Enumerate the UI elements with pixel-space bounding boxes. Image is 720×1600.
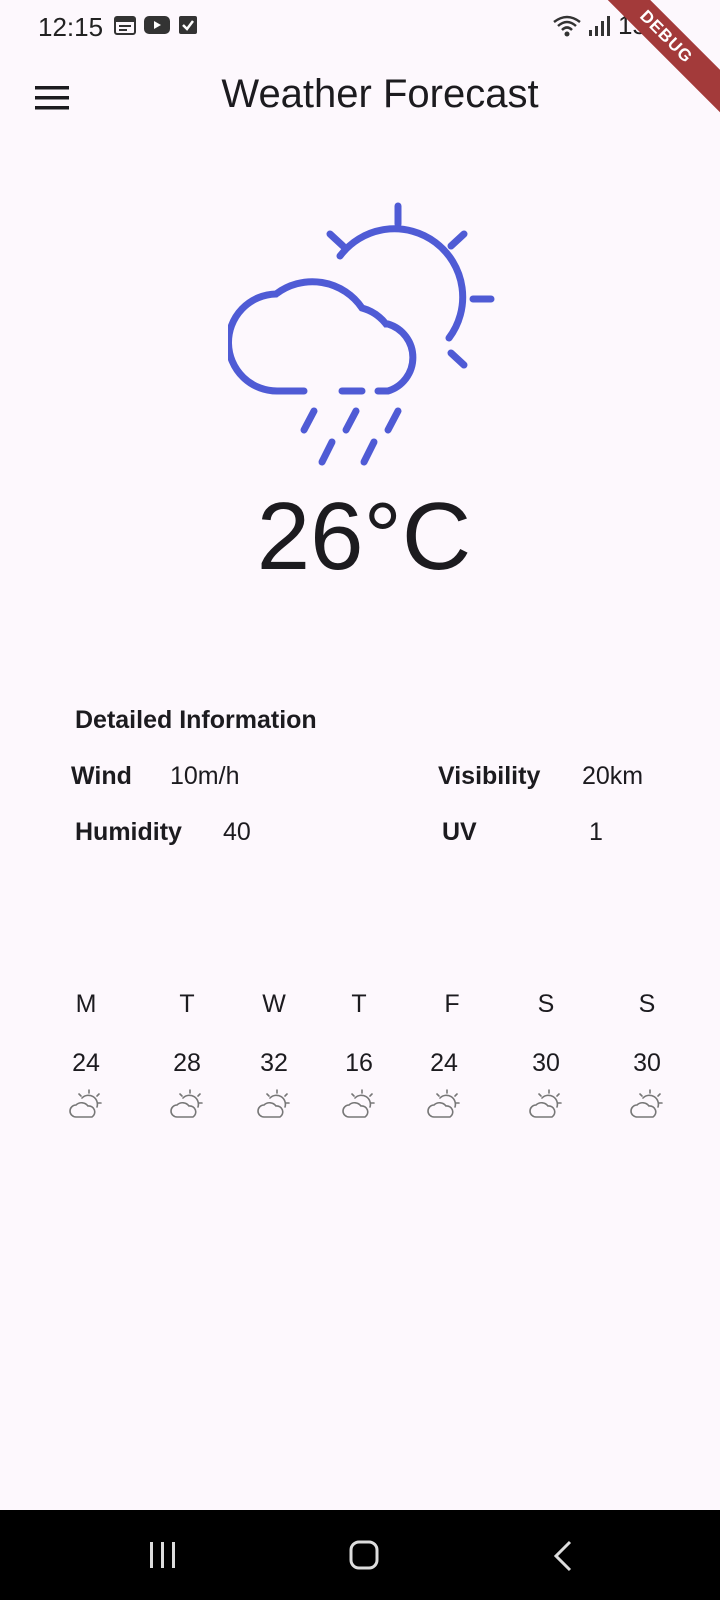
day-temperature: 32 xyxy=(260,1049,288,1077)
visibility-value: 20km xyxy=(582,762,644,790)
notification-icons xyxy=(114,14,198,36)
home-button[interactable] xyxy=(348,1540,380,1572)
partly-cloudy-icon xyxy=(630,1089,663,1118)
app-bar: Weather Forecast xyxy=(0,52,720,142)
partly-cloudy-icon xyxy=(342,1089,375,1118)
partly-cloudy-icon xyxy=(529,1089,562,1118)
partly-cloudy-icon xyxy=(170,1089,203,1118)
back-button[interactable] xyxy=(552,1540,576,1572)
partly-cloudy-icon xyxy=(427,1089,460,1118)
forecast-day: S 30 xyxy=(516,990,576,1120)
system-navigation-bar xyxy=(0,1510,720,1600)
signal-icon xyxy=(588,15,610,36)
day-temperature: 24 xyxy=(72,1049,100,1077)
forecast-day: W 32 xyxy=(244,990,304,1120)
task-notification-icon xyxy=(179,16,197,34)
forecast-day: F 24 xyxy=(414,990,474,1120)
details-title: Detailed Information xyxy=(75,706,317,734)
forecast-day: S 30 xyxy=(617,990,677,1120)
current-temperature: 26°C xyxy=(256,483,472,590)
day-temperature: 30 xyxy=(532,1049,560,1077)
humidity-label: Humidity xyxy=(75,818,182,846)
visibility-label: Visibility xyxy=(438,762,541,790)
day-label: F xyxy=(444,990,460,1018)
forecast-day: T 28 xyxy=(157,990,217,1120)
wind-label: Wind xyxy=(71,762,132,790)
uv-value: 1 xyxy=(589,818,603,846)
day-label: M xyxy=(75,990,97,1018)
humidity-value: 40 xyxy=(223,818,251,846)
day-label: S xyxy=(537,990,555,1018)
forecast-day: M 24 xyxy=(56,990,116,1120)
recent-apps-button[interactable] xyxy=(146,1540,180,1570)
status-time: 12:15 xyxy=(38,12,104,42)
partly-cloudy-icon xyxy=(257,1089,290,1118)
day-label: W xyxy=(262,990,286,1018)
uv-label: UV xyxy=(442,818,477,846)
day-temperature: 28 xyxy=(173,1049,201,1077)
weekly-forecast: M 24 T 28 W 32 T 16 F 24 S 30 S 30 xyxy=(0,990,720,1130)
calendar-notification-icon xyxy=(114,16,136,35)
status-bar: 12:15 15% DEBUG xyxy=(0,0,720,119)
partly-cloudy-rain-icon xyxy=(228,202,495,466)
day-temperature: 30 xyxy=(633,1049,661,1077)
youtube-notification-icon xyxy=(144,16,170,34)
page-title: Weather Forecast xyxy=(221,72,539,116)
day-temperature: 16 xyxy=(345,1049,373,1077)
partly-cloudy-icon xyxy=(69,1089,102,1118)
forecast-day: T 16 xyxy=(329,990,389,1120)
wifi-icon xyxy=(553,15,581,36)
day-temperature: 24 xyxy=(430,1049,458,1077)
day-label: T xyxy=(179,990,195,1018)
day-label: T xyxy=(351,990,367,1018)
day-label: S xyxy=(638,990,656,1018)
wind-value: 10m/h xyxy=(170,762,240,790)
